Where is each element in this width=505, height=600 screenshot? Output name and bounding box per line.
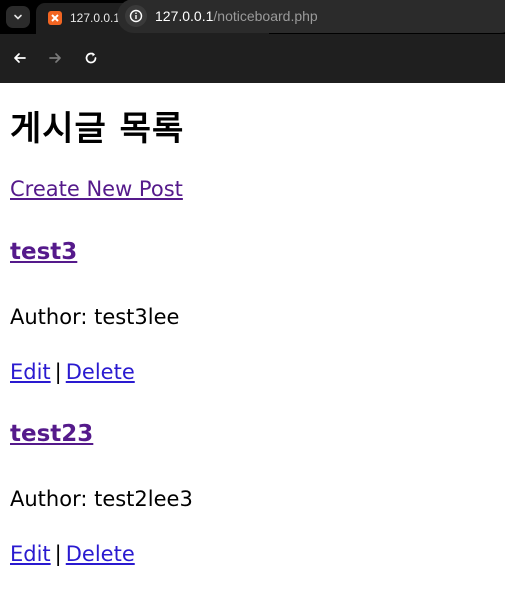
delete-link[interactable]: Delete: [66, 542, 135, 566]
info-icon: [129, 9, 143, 23]
url-text: 127.0.0.1/noticeboard.php: [155, 8, 318, 24]
url-path: /noticeboard.php: [213, 8, 318, 24]
chevron-down-icon: [14, 14, 22, 20]
post-title-link[interactable]: test3: [10, 239, 77, 265]
site-info-button[interactable]: [125, 5, 147, 27]
forward-arrow-icon: [49, 53, 61, 63]
page-title: 게시글 목록: [10, 109, 185, 149]
xampp-favicon-icon: [48, 11, 62, 25]
post-actions: Edit | Delete: [10, 542, 135, 566]
post-title: test23: [10, 421, 93, 447]
delete-link[interactable]: Delete: [66, 360, 135, 384]
url-host: 127.0.0.1: [155, 8, 214, 24]
post-title: test3: [10, 239, 77, 265]
edit-link[interactable]: Edit: [10, 542, 51, 566]
reload-button[interactable]: [80, 47, 102, 69]
browser-toolbar: 127.0.0.1/noticeboard.php: [0, 0, 505, 83]
create-new-post-link[interactable]: Create New Post: [10, 177, 183, 201]
post-author: Author: test3lee: [10, 305, 180, 329]
back-arrow-icon: [14, 53, 26, 63]
post-actions: Edit | Delete: [10, 360, 135, 384]
edit-link[interactable]: Edit: [10, 360, 51, 384]
forward-button[interactable]: [44, 47, 66, 69]
address-bar[interactable]: 127.0.0.1/noticeboard.php: [117, 0, 505, 33]
page-content: 게시글 목록 Create New Post test3 Author: tes…: [0, 83, 505, 600]
reload-icon: [85, 52, 97, 64]
action-separator: |: [54, 360, 62, 384]
post-title-link[interactable]: test23: [10, 421, 93, 447]
back-button[interactable]: [9, 47, 31, 69]
tab-search-button[interactable]: [6, 6, 30, 28]
post-author: Author: test2lee3: [10, 487, 193, 511]
action-separator: |: [54, 542, 62, 566]
